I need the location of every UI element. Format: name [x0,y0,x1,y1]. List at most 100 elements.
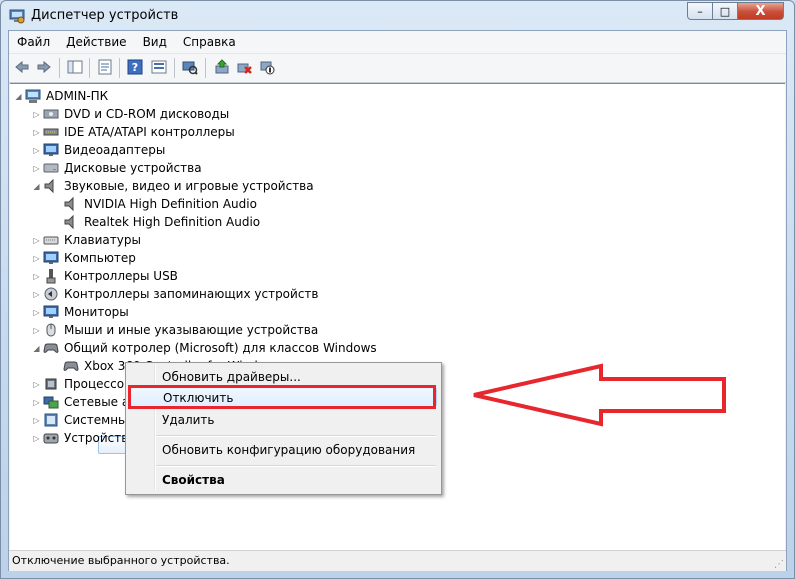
disable-toolbar-button[interactable] [257,57,277,77]
properties-toolbar-button[interactable] [95,57,115,77]
toolbar-separator [119,58,120,78]
keyboard-icon [43,236,59,245]
tree-item-xbox-class[interactable]: ◢ Общий котролер (Microsoft) для классов … [32,339,376,357]
expand-icon[interactable]: ▷ [32,105,41,123]
tree-item-usb[interactable]: ▷ Контроллеры USB [32,267,178,285]
context-menu: Обновить драйверы... Отключить Удалить О… [125,362,442,495]
context-menu-separator [156,465,436,467]
menu-file[interactable]: Файл [9,32,58,52]
mouse-icon [46,323,56,337]
expand-icon[interactable]: ▷ [32,231,41,249]
speaker-icon [64,196,74,212]
monitor-icon [43,143,59,156]
tree-item-label: Мыши и иные указывающие устройства [64,323,319,337]
tree-item-label: Клавиатуры [64,233,141,247]
tree-item-computer[interactable]: ▷ Компьютер [32,249,136,267]
gamepad-icon [43,343,59,353]
expand-icon[interactable]: ▷ [32,141,41,159]
status-bar: Отключение выбранного устройства. ⋰ [9,550,786,571]
tree-item-label: Компьютер [64,251,136,265]
close-icon: X [755,3,766,19]
menu-view[interactable]: Вид [135,32,175,52]
expand-icon[interactable]: ▷ [32,321,41,339]
collapse-icon[interactable]: ◢ [32,177,41,195]
view-icon [151,60,167,74]
back-button[interactable] [12,57,32,77]
tree-item-keyboard[interactable]: ▷ Клавиатуры [32,231,141,249]
red-highlight-box [128,385,436,409]
disc-icon [43,109,59,119]
tree-item-mice[interactable]: ▷ Мыши и иные указывающие устройства [32,321,318,339]
tree-item-sound-realtek[interactable]: Realtek High Definition Audio [52,213,260,231]
tree-item-storage[interactable]: ▷ Контроллеры запоминающих устройств [32,285,318,303]
expand-icon[interactable]: ▷ [32,303,41,321]
collapse-icon[interactable]: ◢ [14,87,23,105]
console-tree-icon [67,60,83,74]
monitor-icon [43,251,59,264]
resize-grip-icon[interactable]: ⋰ [774,559,784,570]
toolbar-separator [174,58,175,78]
context-menu-separator [156,435,436,437]
title-bar[interactable]: Диспетчер устройств – □ X [1,1,794,31]
tree-item-video[interactable]: ▷ Видеоадаптеры [32,141,165,159]
minimize-button[interactable]: – [687,2,713,20]
forward-arrow-icon [37,60,51,74]
tree-item-sound[interactable]: ◢ Звуковые, видео и игровые устройства [32,177,314,195]
computer-icon [25,89,41,103]
tree-item-sound-nvidia[interactable]: NVIDIA High Definition Audio [52,195,257,213]
scan-hardware-button[interactable] [180,57,200,77]
tree-item-monitors[interactable]: ▷ Мониторы [32,303,129,321]
maximize-button[interactable]: □ [712,2,738,20]
uninstall-button[interactable] [234,57,254,77]
collapse-icon[interactable]: ◢ [32,339,41,357]
storage-icon [44,287,58,301]
tree-item-label: Звуковые, видео и игровые устройства [64,179,314,193]
scan-hardware-icon [182,61,198,75]
toolbar-separator [89,58,90,78]
close-button[interactable]: X [737,2,784,20]
disable-device-icon [260,61,275,75]
expand-icon[interactable]: ▷ [32,285,41,303]
system-icon [44,413,58,427]
device-manager-window: Диспетчер устройств – □ X Файл Действие … [0,0,795,579]
menu-scan-hardware[interactable]: Обновить конфигурацию оборудования [128,440,437,460]
help-icon: ? [127,59,143,75]
toolbar-separator [205,58,206,78]
tree-item-disk[interactable]: ▷ Дисковые устройства [32,159,201,177]
update-driver-button[interactable] [212,57,232,77]
expand-icon[interactable]: ▷ [32,393,41,411]
tree-item-ide[interactable]: ▷ IDE ATA/ATAPI контроллеры [32,123,235,141]
back-arrow-icon [15,60,29,74]
forward-button[interactable] [34,57,54,77]
expand-icon[interactable]: ▷ [32,123,41,141]
speaker-icon [64,214,74,230]
help-toolbar-button[interactable]: ? [125,57,145,77]
menu-properties[interactable]: Свойства [128,470,437,490]
menu-action[interactable]: Действие [58,32,134,52]
tree-item-root[interactable]: ◢ ADMIN-ПК [14,87,108,105]
expand-icon[interactable]: ▷ [32,159,41,177]
expand-icon[interactable]: ▷ [32,411,41,429]
expand-icon[interactable]: ▷ [32,429,41,447]
tree-item-label: Мониторы [64,305,129,319]
expand-icon[interactable]: ▷ [32,375,41,393]
show-hide-tree-button[interactable] [65,57,85,77]
expand-icon[interactable]: ▷ [32,249,41,267]
tree-item-dvd[interactable]: ▷ DVD и CD-ROM дисководы [32,105,229,123]
tree-item-label: IDE ATA/ATAPI контроллеры [64,125,235,139]
monitor-icon [43,305,59,318]
window-title: Диспетчер устройств [31,8,179,23]
cpu-icon [45,378,57,390]
hid-icon [43,433,59,444]
menu-delete[interactable]: Удалить [128,410,437,430]
menu-update-drivers[interactable]: Обновить драйверы... [128,367,437,387]
expand-icon[interactable]: ▷ [32,267,41,285]
menu-help[interactable]: Справка [175,32,244,52]
network-icon [43,396,59,409]
tree-item-label: Контроллеры запоминающих устройств [64,287,319,301]
status-text: Отключение выбранного устройства. [12,554,230,567]
view-toolbar-button[interactable] [149,57,169,77]
tree-item-label: DVD и CD-ROM дисководы [64,107,230,121]
